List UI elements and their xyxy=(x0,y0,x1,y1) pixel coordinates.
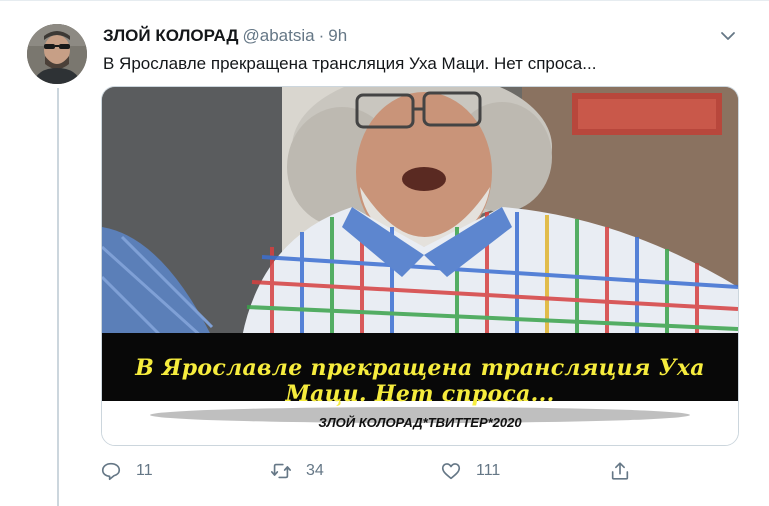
retweet-count: 34 xyxy=(306,462,324,479)
chevron-down-icon xyxy=(721,32,735,40)
tweet-text: В Ярославле прекращена трансляция Уха Ма… xyxy=(103,54,597,73)
retweet-icon xyxy=(271,463,291,479)
tweet-timestamp[interactable]: 9h xyxy=(328,26,347,45)
reply-count: 11 xyxy=(136,462,153,479)
like-count: 111 xyxy=(476,462,501,479)
share-icon xyxy=(611,462,629,480)
like-button[interactable]: 111 xyxy=(440,457,500,485)
separator-dot: · xyxy=(318,26,325,45)
top-divider xyxy=(0,0,769,1)
tweet-header: ЗЛОЙ КОЛОРАД @abatsia · 9h xyxy=(103,26,347,46)
avatar-image xyxy=(27,24,87,84)
retweet-button[interactable]: 34 xyxy=(270,457,324,485)
thread-connector-line xyxy=(57,88,59,506)
image-watermark: ЗЛОЙ КОЛОРАД*ТВИТТЕР*2020 xyxy=(318,415,522,430)
more-options-button[interactable] xyxy=(716,24,740,48)
display-name[interactable]: ЗЛОЙ КОЛОРАД xyxy=(103,26,239,45)
share-button[interactable] xyxy=(609,457,631,485)
avatar[interactable] xyxy=(27,24,87,84)
user-handle[interactable]: @abatsia xyxy=(243,26,315,45)
reply-button[interactable]: 11 xyxy=(100,457,153,485)
tweet-media-image[interactable]: В Ярославле прекращена трансляция Уха Ма… xyxy=(101,86,739,446)
heart-icon xyxy=(441,463,461,480)
tweet-actions: 11 34 111 xyxy=(100,457,740,487)
reply-icon xyxy=(101,462,121,481)
image-caption: В Ярославле прекращена трансляция Уха Ма… xyxy=(135,355,705,407)
